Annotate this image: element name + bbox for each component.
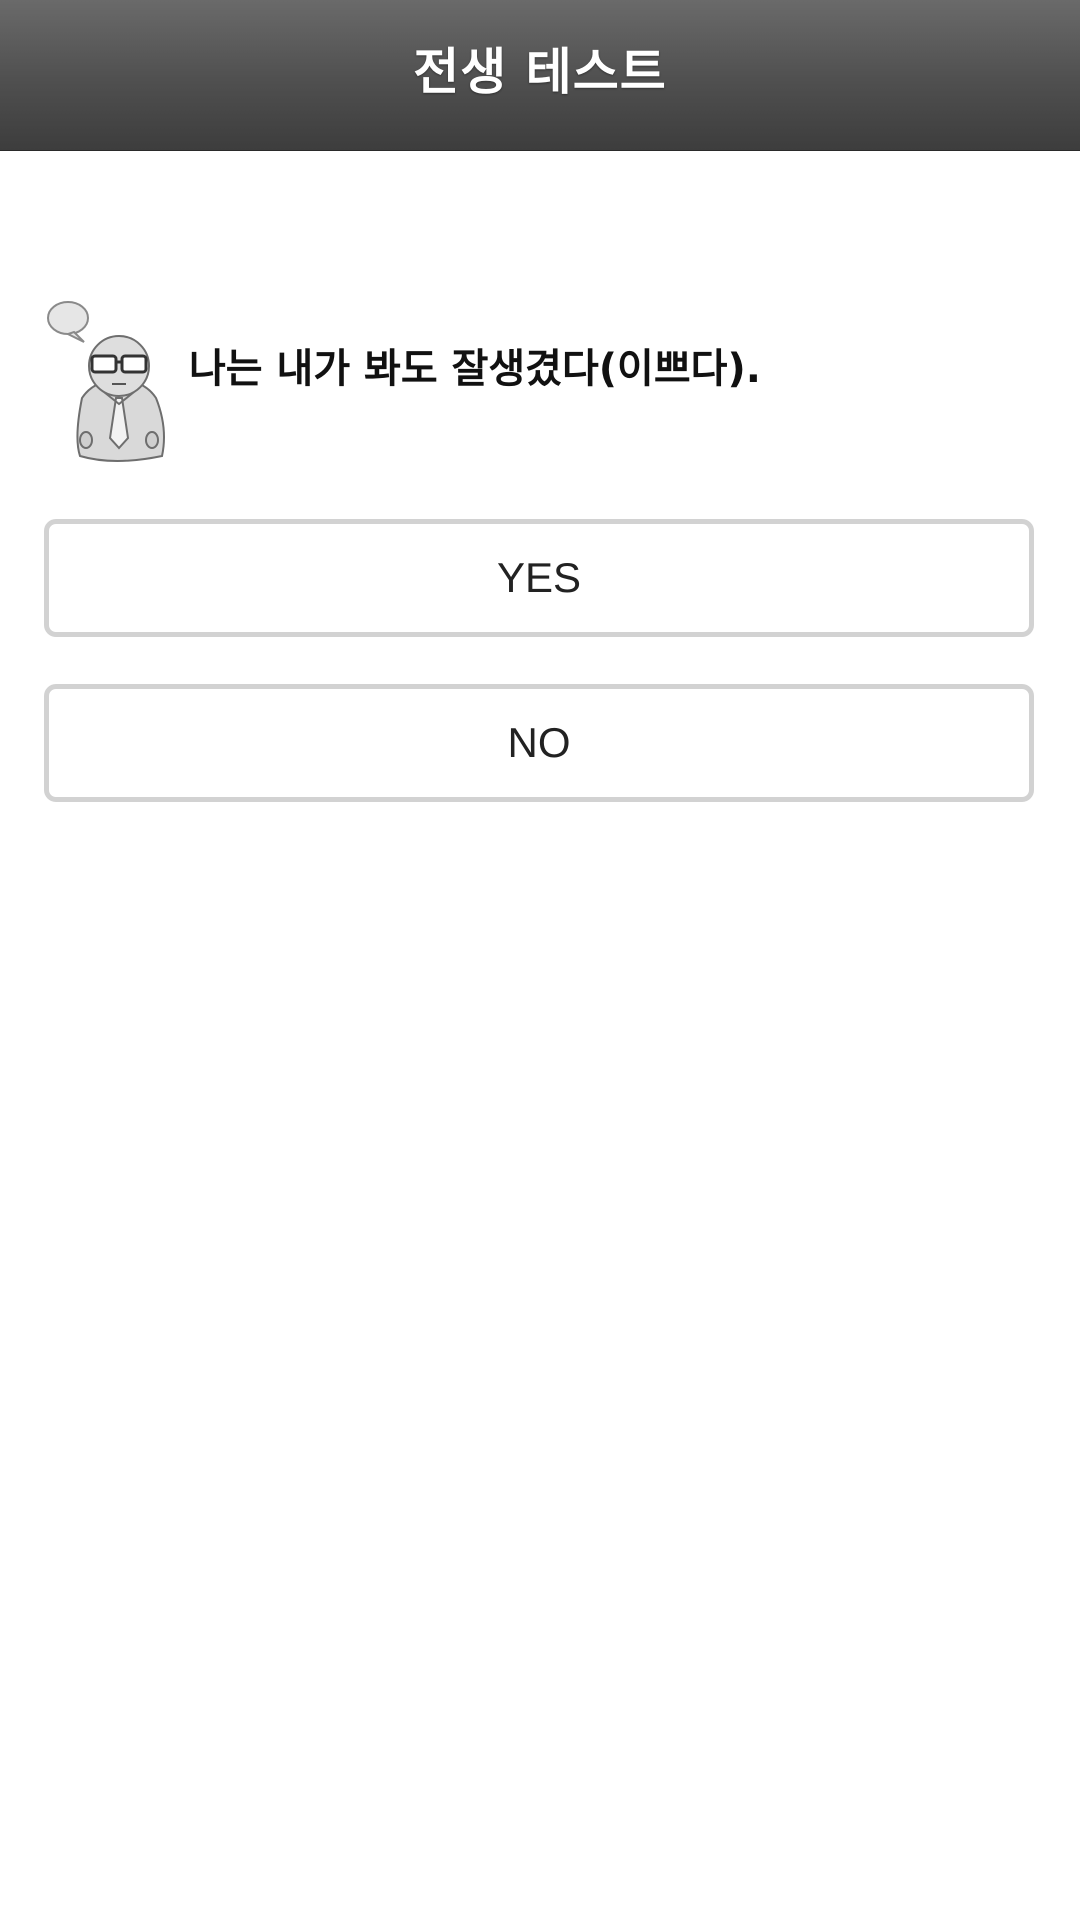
app-screen: 전생 테스트 나는 내가 봐도 잘생겼다(이쁘다). YES NO [0,0,1080,1920]
question-block: 나는 내가 봐도 잘생겼다(이쁘다). [44,298,1034,463]
no-button-label: NO [507,719,571,766]
page-title: 전생 테스트 [413,43,667,101]
thinking-man-icon [47,301,165,462]
title-bar: 전생 테스트 [0,0,1080,151]
no-button[interactable]: NO [44,684,1034,802]
question-text: 나는 내가 봐도 잘생겼다(이쁘다). [189,346,761,392]
yes-button-label: YES [496,554,582,601]
yes-button[interactable]: YES [44,519,1034,637]
